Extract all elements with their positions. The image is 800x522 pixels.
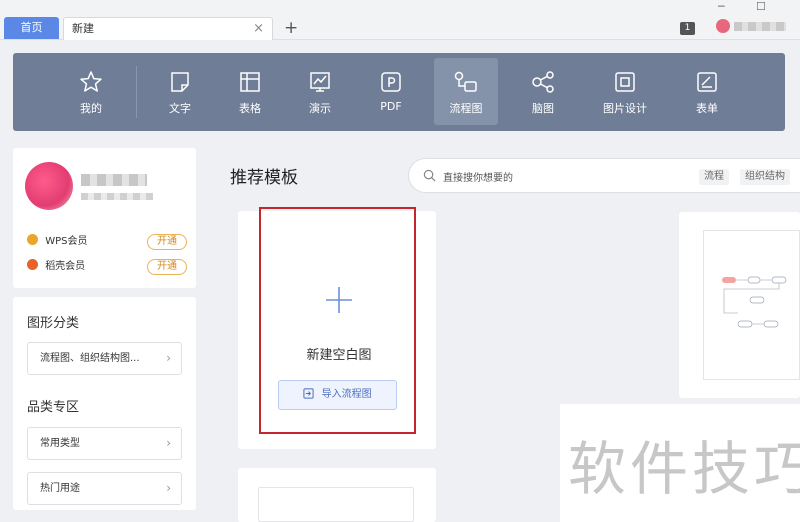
avatar[interactable] bbox=[25, 162, 73, 210]
flowchart-thumbnail-graphic bbox=[722, 276, 787, 328]
user-card: WPS会员 开通 稻壳会员 开通 bbox=[13, 148, 196, 288]
search-tag-flow[interactable]: 流程 bbox=[699, 169, 729, 185]
tool-form[interactable]: 表单 bbox=[675, 58, 739, 125]
docer-member-icon bbox=[27, 259, 38, 270]
chevron-right-icon: › bbox=[166, 351, 171, 365]
recommended-templates-heading: 推荐模板 bbox=[230, 168, 298, 188]
tool-mine[interactable]: 我的 bbox=[59, 58, 123, 125]
tab-new-document[interactable]: 新建 × bbox=[63, 17, 273, 40]
tool-label: 我的 bbox=[80, 102, 102, 115]
template-thumbnail bbox=[703, 230, 800, 380]
category-item-popular[interactable]: 热门用途 › bbox=[27, 472, 182, 505]
tool-flowchart[interactable]: 流程图 bbox=[434, 58, 498, 125]
pdf-icon bbox=[381, 72, 401, 92]
star-icon bbox=[80, 71, 102, 92]
tool-spreadsheet[interactable]: 表格 bbox=[218, 58, 282, 125]
spreadsheet-icon bbox=[240, 72, 260, 92]
tool-label: 文字 bbox=[169, 102, 191, 115]
docer-membership-row: 稻壳会员 开通 bbox=[27, 259, 187, 275]
tool-label: 图片设计 bbox=[603, 102, 647, 115]
plus-icon[interactable] bbox=[326, 287, 352, 313]
new-tab-button[interactable]: + bbox=[284, 17, 298, 39]
shape-category-title: 图形分类 bbox=[27, 316, 80, 331]
tool-label: 脑图 bbox=[532, 102, 554, 115]
membership-label: WPS会员 bbox=[45, 236, 88, 247]
app-type-toolbar: 我的 文字 表格 演示 PDF 流程图 脑图 图片设计 表单 bbox=[13, 53, 785, 131]
user-name-blurred bbox=[81, 174, 147, 186]
category-item-label: 流程图、组织结构图... bbox=[40, 353, 140, 364]
import-label: 导入流程图 bbox=[321, 389, 372, 400]
chevron-right-icon: › bbox=[166, 481, 171, 495]
tool-label: PDF bbox=[380, 100, 402, 113]
user-name-blurred[interactable] bbox=[734, 22, 786, 31]
tool-label: 表格 bbox=[239, 102, 261, 115]
category-zone-title: 品类专区 bbox=[27, 400, 80, 415]
tool-label: 演示 bbox=[309, 102, 331, 115]
category-item-label: 热门用途 bbox=[40, 483, 80, 494]
form-icon bbox=[697, 72, 717, 92]
wps-activate-button[interactable]: 开通 bbox=[147, 234, 187, 250]
image-design-icon bbox=[615, 72, 635, 92]
template-thumbnail bbox=[258, 487, 414, 522]
avatar[interactable] bbox=[716, 19, 730, 33]
tool-presentation[interactable]: 演示 bbox=[288, 58, 352, 125]
toolbar-divider bbox=[136, 66, 137, 118]
search-tag-org[interactable]: 组织结构 bbox=[740, 169, 790, 185]
tab-bar: 首页 新建 × + 1 ─ ☐ bbox=[0, 0, 800, 40]
category-card: 图形分类 流程图、组织结构图... › 品类专区 常用类型 › 热门用途 › bbox=[13, 297, 196, 510]
tool-label: 流程图 bbox=[449, 102, 483, 115]
search-input[interactable]: 直接搜你想要的 bbox=[443, 169, 513, 184]
document-icon bbox=[171, 72, 189, 92]
docer-activate-button[interactable]: 开通 bbox=[147, 259, 187, 275]
flowchart-icon bbox=[454, 71, 477, 92]
chevron-right-icon: › bbox=[166, 436, 171, 450]
tool-mindmap[interactable]: 脑图 bbox=[511, 58, 575, 125]
category-item-common[interactable]: 常用类型 › bbox=[27, 427, 182, 460]
new-blank-card[interactable] bbox=[238, 211, 436, 449]
minimize-icon[interactable]: ─ bbox=[718, 0, 725, 13]
user-id-blurred bbox=[81, 193, 153, 200]
tool-writer[interactable]: 文字 bbox=[148, 58, 212, 125]
import-flowchart-button[interactable]: 导入流程图 bbox=[278, 380, 397, 410]
search-icon bbox=[423, 169, 436, 182]
tab-home[interactable]: 首页 bbox=[4, 17, 59, 39]
close-icon[interactable]: × bbox=[253, 18, 264, 40]
maximize-icon[interactable]: ☐ bbox=[756, 0, 766, 13]
tool-image-design[interactable]: 图片设计 bbox=[593, 58, 657, 125]
watermark-text: 软件技巧 bbox=[568, 435, 800, 503]
tool-pdf[interactable]: PDF bbox=[359, 58, 423, 125]
tool-label: 表单 bbox=[696, 102, 718, 115]
wps-membership-row: WPS会员 开通 bbox=[27, 234, 187, 250]
category-item-label: 常用类型 bbox=[40, 438, 80, 449]
mindmap-icon bbox=[532, 71, 554, 93]
wps-member-icon bbox=[27, 234, 38, 245]
presentation-icon bbox=[310, 72, 330, 92]
new-blank-chart-label[interactable]: 新建空白图 bbox=[238, 344, 440, 363]
category-item-flowchart[interactable]: 流程图、组织结构图... › bbox=[27, 342, 182, 375]
membership-label: 稻壳会员 bbox=[45, 261, 86, 272]
template-search-box[interactable]: 直接搜你想要的 流程 组织结构 bbox=[408, 158, 800, 193]
notification-count-badge[interactable]: 1 bbox=[680, 22, 695, 35]
tab-label: 新建 bbox=[72, 22, 94, 35]
import-icon bbox=[303, 388, 314, 399]
